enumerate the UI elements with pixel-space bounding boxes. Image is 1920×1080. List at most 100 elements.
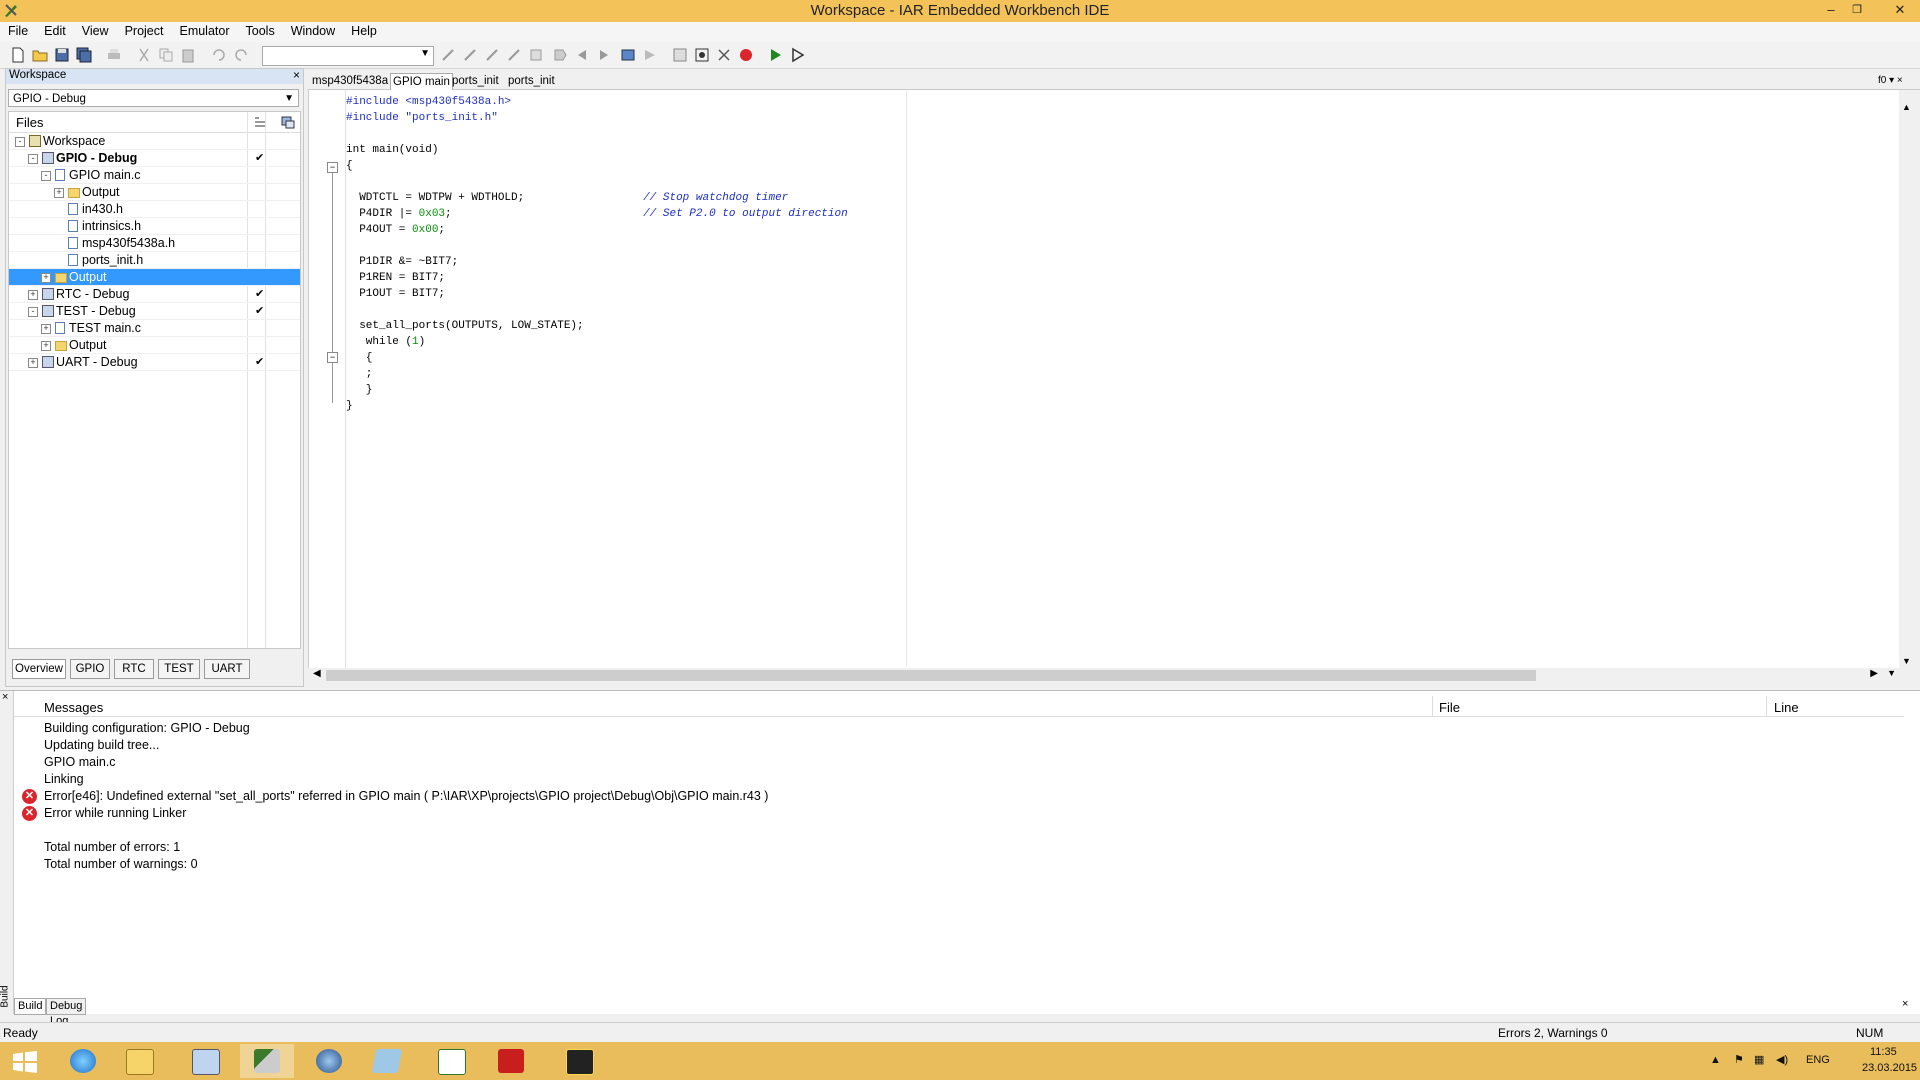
clock-date[interactable]: 23.03.2015 (1862, 1062, 1917, 1074)
scroll-down-icon[interactable]: ▼ (1902, 656, 1911, 666)
tree-item[interactable]: - TEST - Debug ✔ (9, 303, 300, 320)
bookmark-icon[interactable] (552, 47, 568, 63)
copy-icon[interactable] (158, 47, 174, 63)
find-combo[interactable]: ▼ (262, 46, 434, 66)
save-icon[interactable] (54, 47, 70, 63)
navigate-back-icon[interactable] (574, 47, 590, 63)
tree-item[interactable]: + RTC - Debug ✔ (9, 286, 300, 303)
download-debug-icon[interactable] (768, 47, 784, 63)
message-line[interactable]: Linking (44, 771, 84, 788)
navigate-forward-icon[interactable] (596, 47, 612, 63)
clock-time[interactable]: 11:35 (1870, 1046, 1897, 1058)
action-center-flag-icon[interactable]: ⚑ (1734, 1053, 1744, 1066)
expand-icon[interactable]: + (41, 341, 51, 351)
taskbar-internet-explorer[interactable] (56, 1044, 110, 1078)
tab-debug-log[interactable]: Debug Log (46, 998, 87, 1027)
tree-item[interactable]: in430.h (9, 201, 300, 218)
save-all-icon[interactable] (76, 47, 92, 63)
collapse-icon[interactable]: - (41, 171, 51, 181)
tab-build[interactable]: Build (14, 998, 47, 1015)
taskbar-debugger[interactable] (552, 1044, 606, 1078)
tree-item[interactable]: - Workspace (9, 133, 300, 150)
scroll-left-icon[interactable]: ◀ (313, 668, 321, 679)
stop-build-icon[interactable] (672, 47, 688, 63)
horizontal-scrollbar[interactable]: ◀ ▶ ▼ (308, 668, 1900, 683)
tree-item[interactable]: + Output (9, 269, 300, 286)
menu-project[interactable]: Project (117, 22, 172, 38)
open-folder-icon[interactable] (32, 47, 48, 63)
find-next-icon[interactable] (462, 47, 478, 63)
menu-file[interactable]: File (0, 22, 36, 38)
taskbar-chart-app[interactable] (424, 1044, 478, 1078)
taskbar-iar-workbench[interactable] (240, 1044, 294, 1078)
expand-icon[interactable]: + (54, 188, 64, 198)
configuration-dropdown[interactable]: GPIO - Debug ▼ (8, 89, 299, 107)
language-indicator[interactable]: ENG (1806, 1054, 1830, 1066)
vertical-scrollbar[interactable]: ▲ ▼ (1899, 90, 1913, 668)
menu-emulator[interactable]: Emulator (171, 22, 237, 38)
menu-view[interactable]: View (74, 22, 117, 38)
tree-item[interactable]: - GPIO - Debug ✔ (9, 150, 300, 167)
close-button[interactable]: ✕ (1880, 0, 1920, 20)
goto-icon[interactable] (528, 47, 544, 63)
window-options-icon[interactable] (281, 115, 295, 129)
find-icon[interactable] (440, 47, 456, 63)
menu-edit[interactable]: Edit (36, 22, 74, 38)
collapse-icon[interactable]: - (28, 307, 38, 317)
restore-button[interactable]: ❐ (1844, 0, 1870, 20)
error-message[interactable]: Error[e46]: Undefined external "set_all_… (44, 788, 768, 805)
taskbar-notes[interactable] (360, 1044, 414, 1078)
menu-tools[interactable]: Tools (238, 22, 283, 38)
tab-uart[interactable]: UART (204, 659, 250, 679)
compile-icon[interactable] (620, 47, 636, 63)
header-file[interactable]: File (1439, 700, 1460, 715)
scroll-thumb[interactable] (326, 670, 1536, 681)
menu-help[interactable]: Help (343, 22, 385, 38)
minimize-button[interactable]: – (1818, 0, 1844, 20)
message-line[interactable]: Building configuration: GPIO - Debug (44, 720, 250, 737)
editor-tab-ports-init[interactable]: ports_init (450, 73, 501, 89)
debug-without-download-icon[interactable] (790, 47, 806, 63)
tree-item[interactable]: + UART - Debug ✔ (9, 354, 300, 371)
message-line[interactable]: Updating build tree... (44, 737, 159, 754)
close-icon[interactable]: × (1902, 998, 1908, 1010)
editor-tab-msp430f5438a[interactable]: msp430f5438a (310, 73, 390, 89)
cut-icon[interactable] (136, 47, 152, 63)
taskbar-file-explorer[interactable] (112, 1044, 166, 1078)
replace-icon[interactable] (506, 47, 522, 63)
expand-icon[interactable]: + (28, 358, 38, 368)
taskbar-thunderbird[interactable] (302, 1044, 356, 1078)
fold-toggle[interactable]: − (327, 352, 338, 363)
scroll-down-icon[interactable]: ▼ (1887, 668, 1896, 678)
paste-icon[interactable] (180, 47, 196, 63)
tree-item[interactable]: msp430f5438a.h (9, 235, 300, 252)
expand-icon[interactable]: + (41, 273, 51, 283)
print-icon[interactable] (106, 47, 122, 63)
undo-icon[interactable] (210, 47, 226, 63)
network-icon[interactable]: ▦ (1754, 1053, 1764, 1066)
menu-window[interactable]: Window (283, 22, 343, 38)
tree-item[interactable]: + Output (9, 184, 300, 201)
message-line[interactable]: GPIO main.c (44, 754, 116, 771)
taskbar-acrobat[interactable] (484, 1044, 538, 1078)
tab-test[interactable]: TEST (158, 659, 200, 679)
editor-tab-gpio-main[interactable]: GPIO main (390, 73, 453, 90)
header-line[interactable]: Line (1774, 700, 1799, 715)
new-file-icon[interactable] (10, 47, 26, 63)
scroll-up-icon[interactable]: ▲ (1902, 102, 1911, 112)
tree-item[interactable]: + TEST main.c (9, 320, 300, 337)
volume-icon[interactable]: ◀) (1776, 1053, 1788, 1066)
tree-item[interactable]: + Output (9, 337, 300, 354)
find-prev-icon[interactable] (484, 47, 500, 63)
error-message[interactable]: Error while running Linker (44, 805, 186, 822)
expand-icon[interactable]: + (41, 324, 51, 334)
tab-rtc[interactable]: RTC (114, 659, 154, 679)
message-line[interactable]: Total number of warnings: 0 (44, 856, 198, 873)
collapse-icon[interactable]: - (15, 137, 25, 147)
editor-tab-ports-init-2[interactable]: ports_init (506, 73, 557, 89)
remove-breakpoints-icon[interactable] (716, 47, 732, 63)
editor-window-controls[interactable]: f0 ▾ × (1876, 73, 1905, 89)
header-messages[interactable]: Messages (44, 700, 103, 715)
show-hidden-icons-icon[interactable]: ▲ (1710, 1054, 1721, 1066)
close-icon[interactable]: × (2, 691, 8, 703)
